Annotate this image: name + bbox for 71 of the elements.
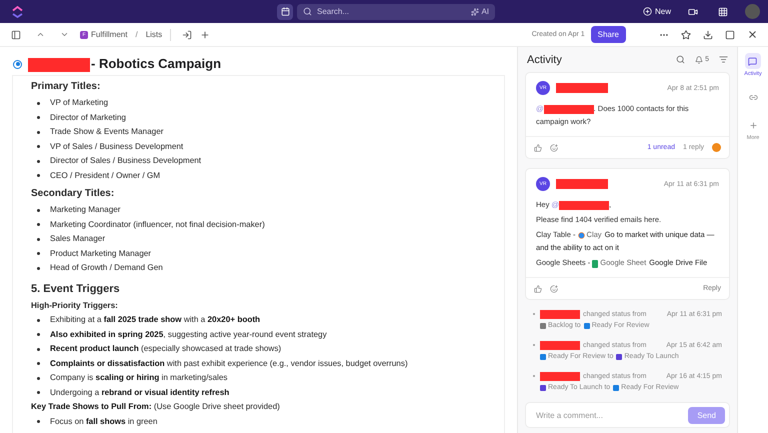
logo-icon[interactable] bbox=[12, 6, 23, 18]
page-title: - Robotics Campaign bbox=[28, 56, 222, 72]
filter-icon[interactable] bbox=[719, 55, 728, 64]
bullet-icon bbox=[37, 102, 40, 105]
list-item: Focus on fall shows in green bbox=[50, 418, 158, 426]
list-item: Marketing Manager bbox=[50, 206, 121, 214]
section-heading: Primary Titles: bbox=[31, 82, 100, 92]
list-item: Recent product launch (especially showcased at trade shows) bbox=[50, 345, 282, 354]
bullet-icon bbox=[37, 348, 40, 351]
redaction-block bbox=[540, 310, 580, 320]
list-item: VP of Sales / Business Development bbox=[50, 142, 184, 151]
bullet-icon bbox=[37, 116, 40, 120]
plus-circle-icon bbox=[642, 7, 652, 16]
paragraph-text: Key Trade Shows to Pull From: (Use Google Drive sheet provided) bbox=[31, 403, 280, 412]
list-item: Head of Growth / Demand Gen bbox=[50, 264, 163, 272]
bullet-icon bbox=[37, 318, 40, 322]
circle-icon bbox=[578, 232, 585, 239]
bullet-icon bbox=[37, 266, 40, 270]
search-field[interactable]: Search... AI bbox=[297, 4, 495, 20]
search-icon[interactable] bbox=[676, 55, 686, 64]
list-item: CEO / President / Owner / GM bbox=[50, 172, 160, 180]
sheet-icon bbox=[592, 260, 598, 268]
bullet-icon bbox=[37, 160, 40, 163]
list-item: Product Marketing Manager bbox=[50, 250, 152, 258]
section-heading: High-Priority Triggers: bbox=[31, 302, 118, 310]
bullet-icon bbox=[37, 223, 40, 226]
list-item: Complaints or dissatisfaction with past exhibit experience (e.g., vendor issues, budget overruns) bbox=[50, 360, 408, 368]
activity-icon[interactable] bbox=[744, 53, 761, 69]
ai-button[interactable]: AI bbox=[471, 7, 489, 16]
bullet-icon bbox=[37, 208, 40, 212]
list-item: Exhibiting at a fall 2025 trade show with a 20x20+ booth bbox=[50, 316, 260, 324]
calendar-icon[interactable] bbox=[277, 4, 293, 20]
bullet-icon bbox=[37, 145, 40, 148]
new-button[interactable]: New bbox=[642, 7, 671, 16]
like-icon[interactable] bbox=[534, 284, 542, 293]
list-item: VP of Marketing bbox=[50, 99, 108, 108]
share-button[interactable]: Share bbox=[590, 26, 626, 43]
bullet-icon bbox=[37, 362, 40, 366]
redaction-block bbox=[559, 201, 610, 210]
redaction-block bbox=[540, 372, 580, 382]
redaction-block bbox=[540, 341, 580, 350]
section-heading: Secondary Titles: bbox=[31, 189, 114, 199]
bullet-icon bbox=[37, 391, 40, 394]
list-item: Also exhibited in spring 2025, suggesting active year-round event strategy bbox=[50, 330, 327, 339]
like-icon[interactable] bbox=[534, 144, 542, 152]
redaction-block bbox=[556, 179, 608, 190]
user-avatar bbox=[712, 143, 721, 152]
redaction-block bbox=[556, 83, 608, 94]
list-item: Director of Marketing bbox=[50, 114, 126, 122]
list-item: Undergoing a rebrand or visual identity refresh bbox=[50, 388, 230, 397]
breadcrumb-link[interactable]: Lists bbox=[146, 30, 162, 39]
bullet-icon bbox=[37, 333, 40, 336]
emoji-icon[interactable] bbox=[550, 144, 558, 152]
bullet-icon bbox=[37, 420, 40, 424]
status-icon[interactable] bbox=[13, 60, 22, 68]
emoji-icon[interactable] bbox=[550, 284, 558, 293]
breadcrumb-separator: / bbox=[135, 30, 138, 39]
bullet-icon bbox=[37, 238, 40, 241]
bullet-icon bbox=[37, 174, 40, 178]
panel-title: Activity bbox=[527, 54, 562, 66]
redaction-block bbox=[544, 105, 594, 114]
list-item: Marketing Coordinator (influencer, not final decision-maker) bbox=[50, 220, 265, 229]
list-item: Company is scaling or hiring in marketing/sales bbox=[50, 374, 228, 382]
list-item: Trade Show & Events Manager bbox=[50, 128, 164, 136]
bullet-icon bbox=[37, 130, 40, 134]
section-heading: 5. Event Triggers bbox=[31, 284, 120, 294]
list-item: Sales Manager bbox=[50, 235, 106, 244]
bullet-icon bbox=[37, 252, 40, 256]
search-icon bbox=[303, 7, 312, 16]
bullet-icon bbox=[37, 376, 40, 380]
list-item: Director of Sales / Business Development bbox=[50, 157, 202, 166]
